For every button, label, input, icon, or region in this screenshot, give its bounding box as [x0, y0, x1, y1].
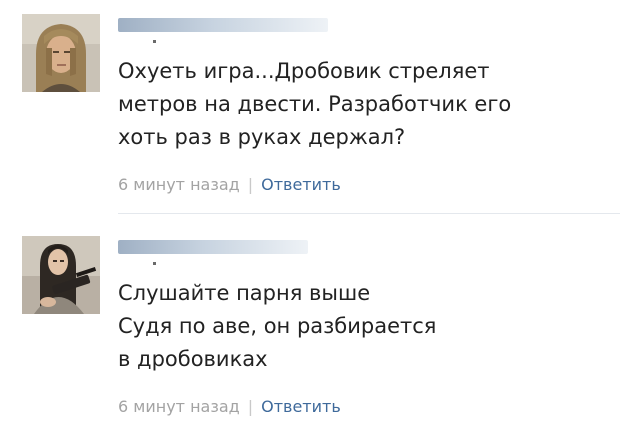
comment-time[interactable]: 6 минут назад: [118, 175, 240, 194]
comment-meta: 6 минут назад | Ответить: [118, 397, 341, 417]
comment-text: Слушайте парня выше Судя по аве, он разб…: [118, 281, 437, 371]
comment-1: Охуеть игра...Дробовик стреляет метров н…: [0, 0, 620, 214]
comment-time[interactable]: 6 минут назад: [118, 397, 240, 416]
reply-link[interactable]: Ответить: [261, 175, 341, 194]
comment-text: Охуеть игра...Дробовик стреляет метров н…: [118, 59, 512, 149]
avatar-girl-image: [22, 236, 100, 314]
comment-2: Слушайте парня выше Судя по аве, он разб…: [0, 214, 620, 428]
avatar-man-image: [22, 14, 100, 92]
meta-separator: |: [247, 175, 254, 194]
comment-meta: 6 минут назад | Ответить: [118, 175, 341, 195]
author-marker: [153, 262, 156, 265]
author-name-blurred[interactable]: [118, 240, 308, 254]
reply-link[interactable]: Ответить: [261, 397, 341, 416]
meta-separator: |: [247, 397, 254, 416]
author-name-blurred[interactable]: [118, 18, 328, 32]
author-marker: [153, 40, 156, 43]
avatar[interactable]: [22, 236, 100, 314]
avatar[interactable]: [22, 14, 100, 92]
